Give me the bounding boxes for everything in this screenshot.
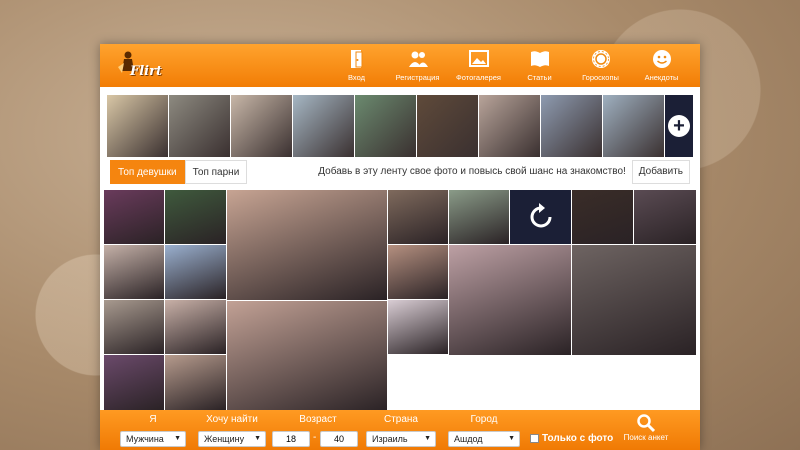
nav-gallery-label: Фотогалерея — [456, 73, 501, 82]
country-value: Израиль — [372, 434, 408, 444]
grid-photo[interactable] — [165, 245, 226, 299]
plus-icon: + — [668, 115, 690, 137]
age-to-input[interactable]: 40 — [320, 431, 358, 447]
nav-jokes-label: Анекдоты — [644, 73, 679, 82]
grid-photo[interactable] — [104, 300, 164, 354]
refresh-button[interactable] — [510, 190, 571, 244]
strip-photo[interactable] — [479, 95, 540, 157]
promo-text: Добавь в эту ленту свое фото и повысь св… — [318, 166, 626, 177]
search-button[interactable]: Поиск анкет — [620, 410, 672, 450]
age-from-input[interactable]: 18 — [272, 431, 310, 447]
chevron-down-icon: ▼ — [174, 435, 181, 442]
grid-photo[interactable] — [227, 301, 387, 411]
city-label: Город — [470, 414, 498, 425]
photo-strip: + — [107, 95, 693, 157]
seeking-select[interactable]: Женщину ▼ — [198, 431, 266, 447]
top-tabs: Топ девушки Топ парни Добавь в эту ленту… — [110, 159, 690, 185]
grid-photo[interactable] — [165, 190, 226, 244]
strip-photo[interactable] — [107, 95, 168, 157]
main-nav: Вход Регистрация Фотогалерея Статьи Горо… — [326, 44, 692, 87]
country-label: Страна — [383, 414, 418, 425]
header: Flirt Вход Регистрация Фотогалерея Стать… — [100, 44, 700, 87]
chevron-down-icon: ▼ — [424, 435, 431, 442]
photo-only-checkbox[interactable]: Только с фото — [530, 433, 613, 444]
strip-photo[interactable] — [541, 95, 602, 157]
image-icon — [468, 50, 489, 67]
logo-text: Flirt — [130, 64, 162, 79]
nav-login[interactable]: Вход — [326, 44, 387, 87]
age-label: Возраст — [299, 414, 337, 425]
nav-jokes[interactable]: Анекдоты — [631, 44, 692, 87]
gender-select[interactable]: Мужчина ▼ — [120, 431, 186, 447]
nav-gallery[interactable]: Фотогалерея — [448, 44, 509, 87]
nav-register-label: Регистрация — [395, 73, 440, 82]
seeking-label: Хочу найти — [206, 414, 258, 425]
site-container: Flirt Вход Регистрация Фотогалерея Стать… — [100, 44, 700, 450]
nav-horoscopes[interactable]: Гороскопы — [570, 44, 631, 87]
add-photo-button[interactable]: + — [665, 95, 693, 157]
strip-photo[interactable] — [293, 95, 354, 157]
grid-photo[interactable] — [449, 245, 571, 355]
nav-horoscopes-label: Гороскопы — [582, 73, 619, 82]
grid-photo[interactable] — [388, 190, 448, 244]
refresh-icon — [530, 203, 551, 228]
book-icon — [530, 51, 549, 67]
grid-photo[interactable] — [572, 245, 696, 355]
chevron-down-icon: ▼ — [508, 435, 515, 442]
strip-photo[interactable] — [355, 95, 416, 157]
grid-photo[interactable] — [165, 355, 226, 410]
strip-photo[interactable] — [231, 95, 292, 157]
search-filter-bar: Я Мужчина ▼ Хочу найти Женщину ▼ Возраст 1… — [100, 410, 700, 450]
grid-photo[interactable] — [634, 190, 696, 244]
strip-photo[interactable] — [417, 95, 478, 157]
grid-photo[interactable] — [165, 300, 226, 354]
users-icon — [408, 51, 428, 67]
strip-photo[interactable] — [169, 95, 230, 157]
photo-only-label: Только с фото — [542, 433, 614, 444]
grid-photo[interactable] — [104, 355, 164, 410]
strip-photo[interactable] — [603, 95, 664, 157]
logo[interactable]: Flirt — [108, 49, 168, 83]
grid-photo[interactable] — [388, 300, 448, 354]
tab-top-girls[interactable]: Топ девушки — [110, 160, 185, 184]
grid-photo[interactable] — [104, 190, 164, 244]
chevron-down-icon: ▼ — [254, 435, 261, 442]
zodiac-icon — [591, 50, 610, 68]
grid-photo[interactable] — [388, 245, 448, 299]
grid-photo[interactable] — [449, 190, 509, 244]
checkbox-box — [530, 434, 539, 443]
nav-login-label: Вход — [348, 73, 365, 82]
nav-register[interactable]: Регистрация — [387, 44, 448, 87]
tab-top-guys[interactable]: Топ парни — [184, 160, 248, 184]
city-select[interactable]: Ашдод ▼ — [448, 431, 520, 447]
smile-icon — [652, 50, 671, 68]
nav-articles-label: Статьи — [527, 73, 552, 82]
door-icon — [350, 50, 362, 68]
add-button[interactable]: Добавить — [631, 160, 690, 184]
country-select[interactable]: Израиль ▼ — [366, 431, 436, 447]
grid-photo[interactable] — [104, 245, 164, 299]
photo-grid — [104, 190, 696, 411]
search-icon — [637, 414, 656, 433]
grid-photo[interactable] — [572, 190, 633, 244]
search-button-label: Поиск анкет — [623, 433, 669, 442]
city-value: Ашдод — [454, 434, 483, 444]
grid-photo[interactable] — [227, 190, 387, 300]
nav-articles[interactable]: Статьи — [509, 44, 570, 87]
seeking-value: Женщину — [204, 434, 245, 444]
age-dash: - — [313, 432, 317, 443]
gender-label: Я — [149, 414, 157, 425]
gender-value: Мужчина — [126, 434, 164, 444]
